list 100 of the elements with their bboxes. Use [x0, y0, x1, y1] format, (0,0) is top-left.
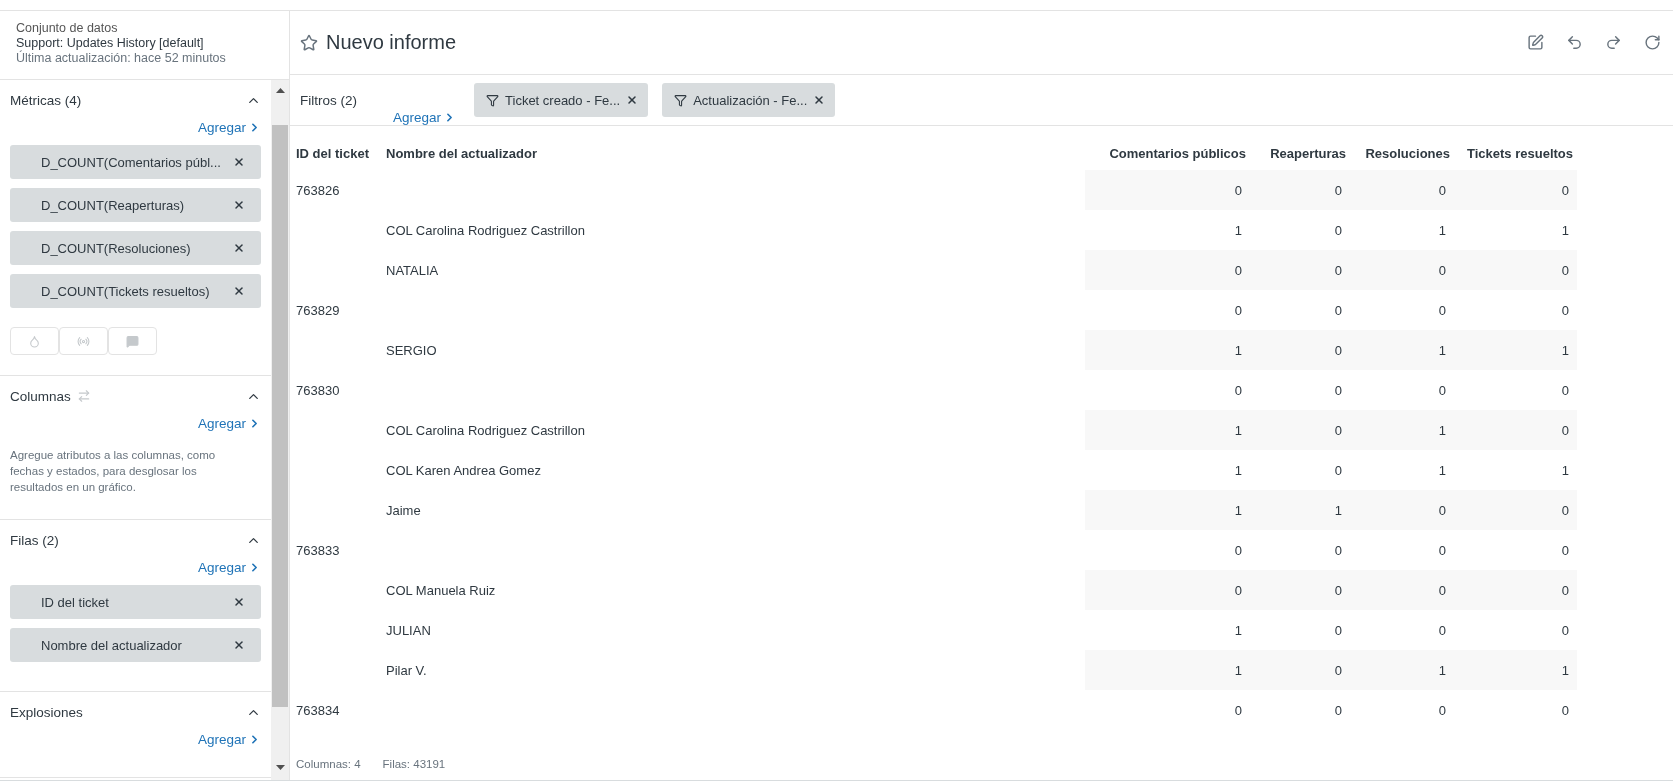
value-cell: 1	[1350, 650, 1454, 690]
filters-label: Filtros (2)	[300, 92, 357, 108]
updater-name-cell-text: Jaime	[386, 501, 422, 520]
star-icon[interactable]	[300, 33, 318, 52]
value-cell-text: 0	[1437, 301, 1447, 320]
column-header[interactable]: Resoluciones	[1350, 136, 1454, 170]
value-cell: 0	[1454, 250, 1577, 290]
value-cell: 0	[1085, 170, 1250, 210]
section-title: Filas (2)	[10, 532, 59, 548]
updater-name-cell-text: JULIAN	[386, 621, 432, 640]
hint-text: Agregue atributos a las columnas, como fechas y estados, para desglosar los resultados en un gráfico.	[10, 448, 217, 495]
value-cell-text: 1	[1437, 221, 1447, 240]
value-cell: 1	[1085, 330, 1250, 370]
filter-chip[interactable]: Ticket creado - Fe...	[474, 83, 649, 117]
value-cell-text: 0	[1233, 381, 1243, 400]
value-cell-text: 0	[1333, 301, 1343, 320]
last-updated-text: Última actualización: hace 52 minutos	[16, 51, 227, 65]
value-cell: 0	[1454, 570, 1577, 610]
value-cell: 1	[1350, 330, 1454, 370]
report-title: Nuevo informe	[326, 31, 458, 54]
add-link[interactable]: Agregar	[197, 732, 261, 747]
remove-icon[interactable]	[233, 156, 245, 168]
remove-icon[interactable]	[626, 94, 639, 106]
updater-name-cell-text: COL Manuela Ruiz	[386, 581, 497, 600]
updater-name-cell-text: COL Karen Andrea Gomez	[386, 461, 542, 480]
add-link[interactable]: Agregar	[197, 120, 261, 135]
value-cell-text: 0	[1437, 621, 1447, 640]
remove-icon[interactable]	[233, 199, 245, 211]
value-cell: 0	[1454, 170, 1577, 210]
value-cell: 0	[1454, 490, 1577, 530]
column-header[interactable]: Reaperturas	[1250, 136, 1350, 170]
section-title: Columnas	[10, 388, 71, 404]
field-chip[interactable]: ID del ticket	[10, 585, 261, 619]
remove-icon[interactable]	[233, 242, 245, 254]
column-header[interactable]: Comentarios públicos	[1085, 136, 1250, 170]
value-cell-text: 0	[1333, 461, 1343, 480]
column-header[interactable]: Nombre del actualizador	[386, 136, 1085, 170]
remove-icon[interactable]	[233, 639, 245, 651]
value-cell: 0	[1250, 410, 1350, 450]
value-cell: 0	[1250, 250, 1350, 290]
value-cell-text: 0	[1333, 381, 1343, 400]
broadcast-icon	[77, 334, 90, 348]
updater-name-cell-text: NATALIA	[386, 261, 440, 280]
field-chip[interactable]: D_COUNT(Reaperturas)	[10, 188, 261, 222]
speech-bubble-icon	[126, 334, 139, 348]
value-cell-text: 0	[1560, 301, 1570, 320]
value-cell-text: 1	[1233, 621, 1243, 640]
filter-chip[interactable]: Actualización - Fe...	[662, 83, 836, 117]
value-cell: 0	[1250, 650, 1350, 690]
value-cell: 0	[1454, 410, 1577, 450]
value-cell: 1	[1085, 650, 1250, 690]
value-cell-text: 0	[1560, 541, 1570, 560]
add-link[interactable]: Agregar	[393, 110, 457, 125]
value-cell-text: 1	[1560, 221, 1570, 240]
field-chip[interactable]: Nombre del actualizador	[10, 628, 261, 662]
undo-icon[interactable]	[1566, 34, 1583, 51]
field-chip[interactable]: D_COUNT(Tickets resueltos)	[10, 274, 261, 308]
add-link[interactable]: Agregar	[197, 416, 261, 431]
column-header[interactable]: ID del ticket	[296, 136, 386, 170]
value-cell: 0	[1250, 570, 1350, 610]
scrollbar[interactable]	[271, 80, 289, 780]
value-cell: 1	[1454, 650, 1577, 690]
edit-icon[interactable]	[1527, 34, 1544, 51]
value-cell: 1	[1350, 410, 1454, 450]
updater-name-cell-text: Pilar V.	[386, 661, 428, 680]
updater-name-cell-text: COL Carolina Rodriguez Castrillon	[386, 221, 586, 240]
refresh-icon[interactable]	[1644, 34, 1661, 51]
value-cell: 0	[1350, 170, 1454, 210]
ticket-id-cell-text: 763829	[296, 301, 341, 320]
value-cell-text: 0	[1333, 701, 1343, 720]
section-title: Métricas (4)	[10, 92, 82, 108]
column-count: Columnas: 4	[296, 758, 361, 770]
value-cell: 0	[1350, 490, 1454, 530]
value-cell-text: 0	[1333, 541, 1343, 560]
value-cell: 1	[1454, 330, 1577, 370]
scroll-down-icon[interactable]	[275, 765, 285, 770]
value-cell-text: 1	[1560, 461, 1570, 480]
remove-icon[interactable]	[233, 285, 245, 297]
value-cell: 0	[1350, 250, 1454, 290]
section-title: Explosiones	[10, 704, 83, 720]
filter-icon	[674, 93, 688, 107]
redo-icon[interactable]	[1605, 34, 1622, 51]
column-header[interactable]: Tickets resueltos	[1454, 136, 1577, 170]
updater-name-cell-text: COL Carolina Rodriguez Castrillon	[386, 421, 586, 440]
value-cell-text: 0	[1437, 541, 1447, 560]
value-cell: 0	[1085, 250, 1250, 290]
value-cell-text: 0	[1333, 621, 1343, 640]
field-chip[interactable]: D_COUNT(Comentarios públ...	[10, 145, 261, 179]
value-cell: 0	[1350, 570, 1454, 610]
remove-icon[interactable]	[813, 94, 826, 106]
remove-icon[interactable]	[233, 596, 245, 608]
updater-name-cell-text: SERGIO	[386, 341, 438, 360]
scroll-up-icon[interactable]	[275, 88, 285, 93]
value-cell-text: 1	[1437, 461, 1447, 480]
value-cell-text: 0	[1233, 301, 1243, 320]
value-cell-text: 1	[1233, 461, 1243, 480]
value-cell-text: 0	[1437, 381, 1447, 400]
field-chip[interactable]: D_COUNT(Resoluciones)	[10, 231, 261, 265]
dataset-label: Conjunto de datos	[16, 21, 119, 35]
add-link[interactable]: Agregar	[197, 560, 261, 575]
